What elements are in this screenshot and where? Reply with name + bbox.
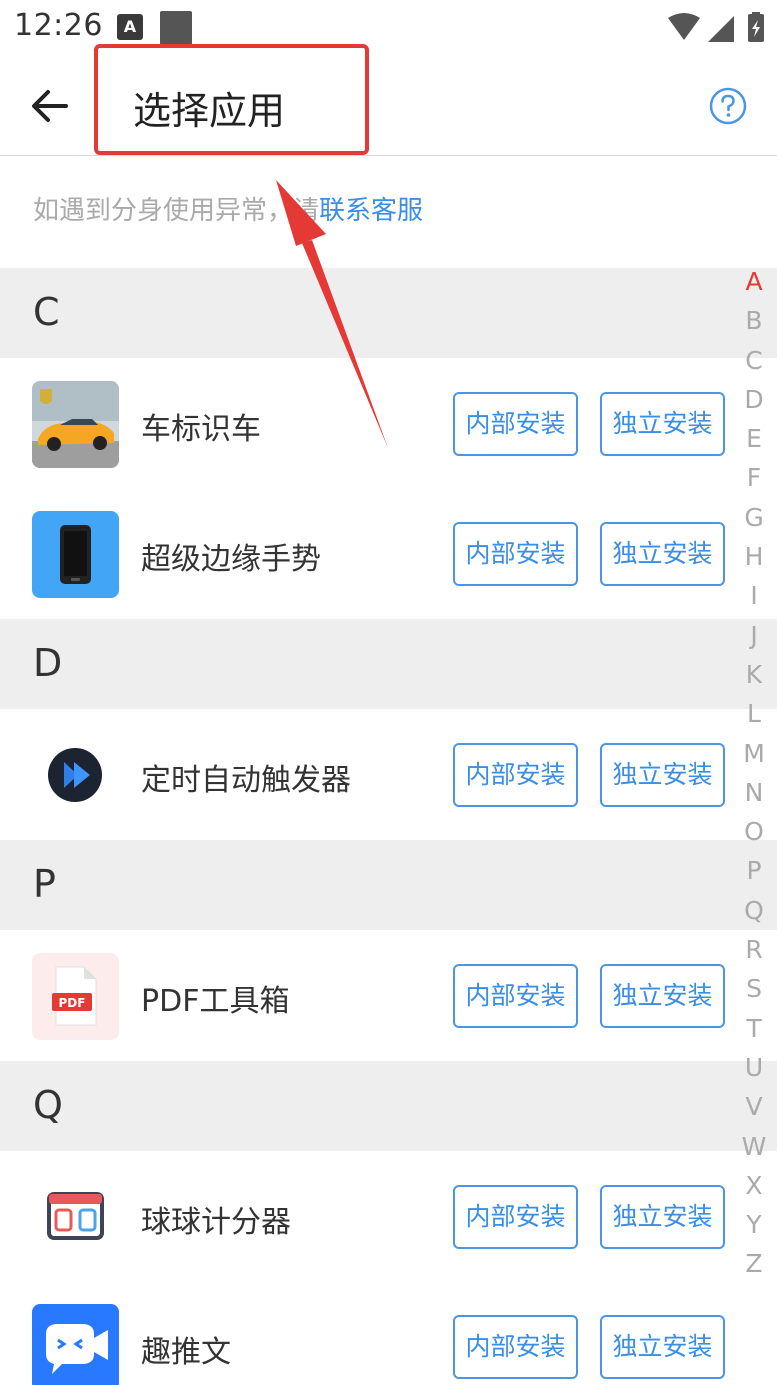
index-letter-h[interactable]: H [738, 537, 770, 576]
index-letter-j[interactable]: J [738, 616, 770, 655]
section-letter: P [33, 862, 56, 906]
section-header-c: C [0, 268, 777, 358]
index-letter-r[interactable]: R [738, 930, 770, 969]
index-letter-f[interactable]: F [738, 458, 770, 497]
pdf-file-icon: PDF [32, 953, 119, 1040]
back-arrow-icon[interactable] [28, 84, 72, 128]
app-name: PDF工具箱 [141, 984, 290, 1019]
index-letter-t[interactable]: T [738, 1009, 770, 1048]
index-letter-k[interactable]: K [738, 655, 770, 694]
system-status-icons [668, 12, 764, 42]
app-row[interactable]: 球球计分器 内部安装 独立安装 [0, 1152, 777, 1282]
independent-install-button[interactable]: 独立安装 [600, 1185, 725, 1249]
index-letter-d[interactable]: D [738, 380, 770, 419]
app-row[interactable]: 趣推文 内部安装 独立安装 [0, 1282, 777, 1385]
scoreboard-icon [32, 1174, 119, 1261]
index-letter-q[interactable]: Q [738, 891, 770, 930]
notice-message: 如遇到分身使用异常，请 [33, 196, 320, 226]
index-letter-x[interactable]: X [738, 1166, 770, 1205]
internal-install-button[interactable]: 内部安装 [453, 1185, 578, 1249]
app-row[interactable]: 超级边缘手势 内部安装 独立安装 [0, 489, 777, 619]
internal-install-button[interactable]: 内部安装 [453, 392, 578, 456]
car-photo-icon [32, 381, 119, 468]
section-letter: Q [33, 1083, 63, 1127]
notice-text: 如遇到分身使用异常，请联系客服 [33, 190, 423, 227]
index-letter-c[interactable]: C [738, 341, 770, 380]
index-letter-i[interactable]: I [738, 576, 770, 615]
index-letter-a[interactable]: A [738, 262, 770, 301]
index-letter-z[interactable]: Z [738, 1244, 770, 1283]
notification-square-icon [160, 11, 192, 45]
svg-text:PDF: PDF [59, 996, 86, 1010]
section-letter: D [33, 641, 63, 685]
independent-install-button[interactable]: 独立安装 [600, 522, 725, 586]
internal-install-button[interactable]: 内部安装 [453, 964, 578, 1028]
index-letter-n[interactable]: N [738, 773, 770, 812]
index-letter-m[interactable]: M [738, 734, 770, 773]
app-row[interactable]: PDF PDF工具箱 内部安装 独立安装 [0, 931, 777, 1061]
alphabet-index[interactable]: ABCDEFGHIJKLMNOPQRSTUVWXYZ [738, 262, 770, 1284]
section-header-d: D [0, 619, 777, 709]
play-timer-icon [32, 732, 119, 819]
independent-install-button[interactable]: 独立安装 [600, 964, 725, 1028]
index-letter-b[interactable]: B [738, 301, 770, 340]
internal-install-button[interactable]: 内部安装 [453, 743, 578, 807]
annotation-highlight-box [94, 44, 369, 155]
index-letter-y[interactable]: Y [738, 1205, 770, 1244]
index-letter-g[interactable]: G [738, 498, 770, 537]
index-letter-s[interactable]: S [738, 969, 770, 1008]
section-header-q: Q [0, 1061, 777, 1151]
index-letter-p[interactable]: P [738, 851, 770, 890]
app-name: 超级边缘手势 [141, 542, 321, 577]
index-letter-e[interactable]: E [738, 419, 770, 458]
app-name: 趣推文 [141, 1335, 231, 1370]
index-letter-u[interactable]: U [738, 1048, 770, 1087]
index-letter-w[interactable]: W [738, 1127, 770, 1166]
phone-icon [32, 511, 119, 598]
help-icon[interactable] [708, 86, 748, 126]
independent-install-button[interactable]: 独立安装 [600, 1315, 725, 1379]
app-name: 球球计分器 [141, 1205, 291, 1240]
index-letter-v[interactable]: V [738, 1087, 770, 1126]
contact-support-link[interactable]: 联系客服 [319, 196, 423, 226]
independent-install-button[interactable]: 独立安装 [600, 743, 725, 807]
notification-a-icon: A [117, 14, 143, 40]
app-row[interactable]: 定时自动触发器 内部安装 独立安装 [0, 710, 777, 840]
section-letter: C [33, 290, 60, 334]
app-name: 定时自动触发器 [141, 763, 351, 798]
chat-bubble-icon [32, 1304, 119, 1385]
internal-install-button[interactable]: 内部安装 [453, 522, 578, 586]
section-header-p: P [0, 840, 777, 930]
internal-install-button[interactable]: 内部安装 [453, 1315, 578, 1379]
independent-install-button[interactable]: 独立安装 [600, 392, 725, 456]
index-letter-o[interactable]: O [738, 812, 770, 851]
status-time: 12:26 [14, 8, 103, 43]
index-letter-l[interactable]: L [738, 694, 770, 733]
app-name: 车标识车 [141, 412, 261, 447]
app-row[interactable]: 车标识车 内部安装 独立安装 [0, 359, 777, 489]
